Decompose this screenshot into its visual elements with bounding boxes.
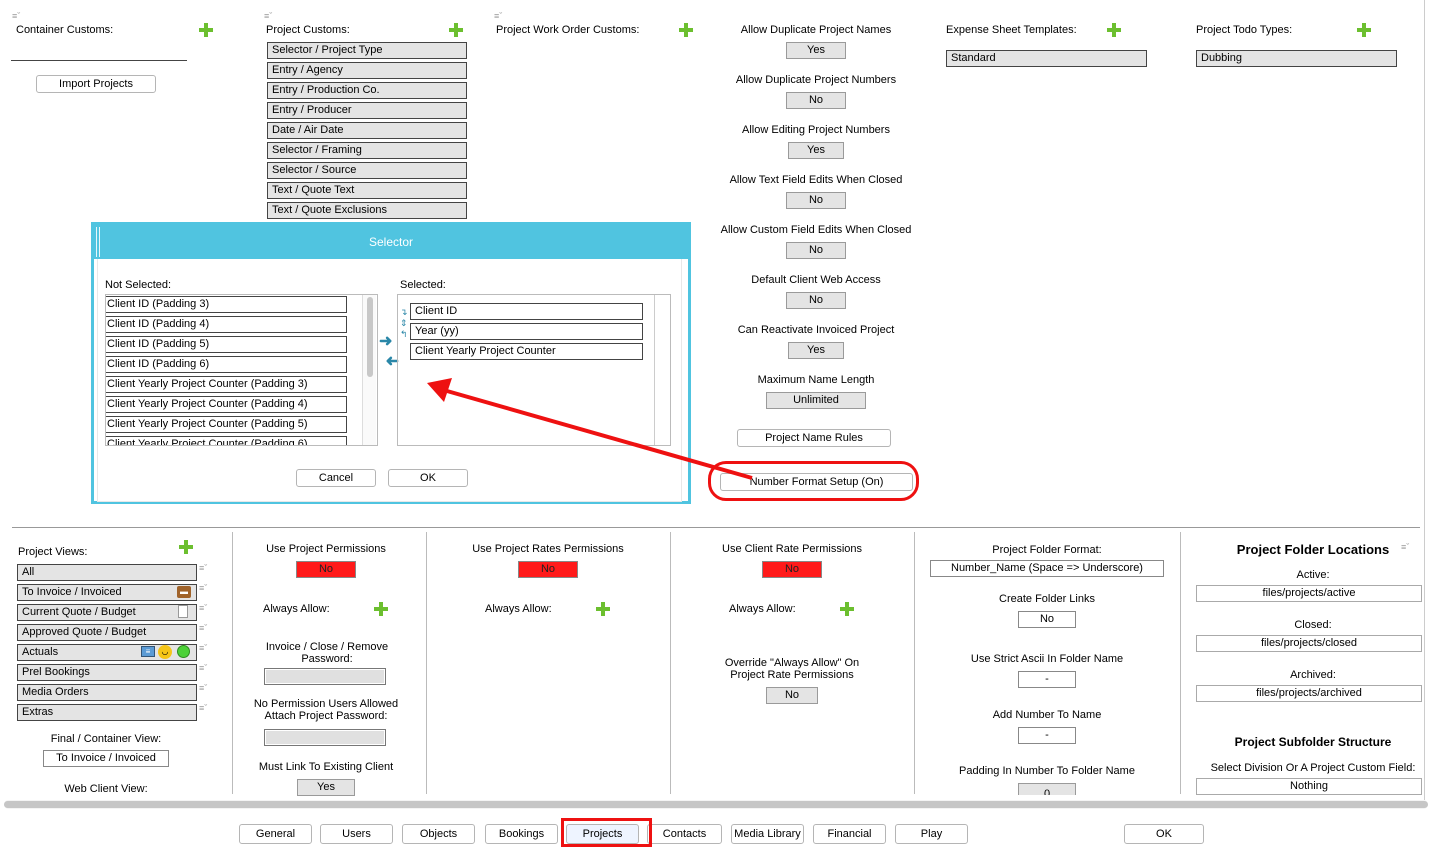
invoice-password-label: Invoice / Close / Remove Password: — [265, 641, 389, 665]
col-divider-4 — [914, 532, 915, 794]
ok-button[interactable]: OK — [1124, 824, 1204, 844]
subfolder-structure-title: Project Subfolder Structure — [1234, 735, 1392, 749]
view-menu-icon[interactable]: ≡ˇ — [199, 564, 211, 577]
use-client-rate-permissions-toggle[interactable]: No — [762, 561, 822, 578]
col-divider-5 — [1180, 532, 1181, 794]
override-always-allow-toggle[interactable]: No — [766, 687, 818, 704]
add-always-allow-1-icon[interactable] — [374, 602, 388, 616]
closed-label: Closed: — [1294, 619, 1332, 631]
always-allow-label-3: Always Allow: — [729, 603, 796, 615]
view-menu-icon[interactable]: ≡ˇ — [199, 664, 211, 677]
col-divider-3 — [670, 532, 671, 794]
project-view-item[interactable]: To Invoice / Invoiced — [17, 584, 197, 601]
project-view-item[interactable]: Prel Bookings — [17, 664, 197, 681]
archived-label: Archived: — [1290, 669, 1336, 681]
annotation-arrow — [427, 378, 753, 480]
use-rates-permissions-toggle[interactable]: No — [518, 561, 578, 578]
strict-ascii-field[interactable]: - — [1018, 671, 1076, 688]
tab-play[interactable]: Play — [895, 824, 968, 844]
smiley-icon: ◡ — [158, 645, 172, 659]
document-icon — [178, 605, 188, 618]
col-divider-1 — [232, 532, 233, 794]
tab-general[interactable]: General — [239, 824, 312, 844]
use-project-permissions-toggle[interactable]: No — [296, 561, 356, 578]
contact-card-icon: ≡ — [141, 646, 155, 657]
view-menu-icon[interactable]: ≡ˇ — [199, 644, 211, 657]
add-always-allow-3-icon[interactable] — [840, 602, 854, 616]
attach-password-field[interactable] — [264, 729, 386, 746]
view-menu-icon[interactable]: ≡ˇ — [199, 704, 211, 717]
tab-users[interactable]: Users — [320, 824, 393, 844]
project-view-item[interactable]: Approved Quote / Budget — [17, 624, 197, 641]
briefcase-icon: ▬ — [177, 586, 191, 598]
strict-ascii-label: Use Strict Ascii In Folder Name — [970, 653, 1124, 665]
horizontal-scroll-thumb[interactable] — [4, 801, 1428, 808]
folder-locations-menu-icon[interactable]: ≡ˇ — [1401, 543, 1415, 553]
web-client-view-label: Web Client View: — [64, 783, 148, 795]
add-project-view-icon[interactable] — [179, 540, 193, 554]
view-menu-icon[interactable]: ≡ˇ — [199, 584, 211, 597]
view-menu-icon[interactable]: ≡ˇ — [199, 624, 211, 637]
project-view-item[interactable]: Extras — [17, 704, 197, 721]
view-menu-icon[interactable]: ≡ˇ — [199, 684, 211, 697]
use-client-rate-permissions-label: Use Client Rate Permissions — [722, 543, 862, 555]
tab-bookings[interactable]: Bookings — [485, 824, 558, 844]
create-folder-links-label: Create Folder Links — [999, 593, 1095, 605]
create-folder-links-field[interactable]: No — [1018, 611, 1076, 628]
project-views-label: Project Views: — [18, 546, 88, 558]
folder-locations-title: Project Folder Locations — [1236, 542, 1390, 557]
project-view-item[interactable]: Current Quote / Budget — [17, 604, 197, 621]
project-view-item[interactable]: Media Orders — [17, 684, 197, 701]
padding-label: Padding In Number To Folder Name — [959, 765, 1135, 777]
project-view-item[interactable]: All — [17, 564, 197, 581]
invoice-password-field[interactable] — [264, 668, 386, 685]
final-view-field[interactable]: To Invoice / Invoiced — [43, 750, 169, 767]
use-rates-permissions-label: Use Project Rates Permissions — [472, 543, 624, 555]
folder-format-label: Project Folder Format: — [992, 544, 1102, 556]
padding-field[interactable]: 0 — [1018, 783, 1076, 795]
add-number-label: Add Number To Name — [992, 709, 1102, 721]
add-always-allow-2-icon[interactable] — [596, 602, 610, 616]
active-label: Active: — [1296, 569, 1330, 581]
always-allow-label-2: Always Allow: — [485, 603, 552, 615]
col-divider-2 — [426, 532, 427, 794]
active-path-field[interactable]: files/projects/active — [1196, 585, 1422, 602]
tab-objects[interactable]: Objects — [402, 824, 475, 844]
division-field[interactable]: Nothing — [1196, 778, 1422, 795]
must-link-client-label: Must Link To Existing Client — [258, 761, 394, 773]
active-tab-highlight — [561, 818, 652, 847]
final-view-label: Final / Container View: — [50, 733, 162, 745]
horizontal-scrollbar[interactable] — [4, 800, 1428, 809]
use-project-permissions-label: Use Project Permissions — [266, 543, 386, 555]
tab-financial[interactable]: Financial — [813, 824, 886, 844]
folder-format-field[interactable]: Number_Name (Space => Underscore) — [930, 560, 1164, 577]
view-menu-icon[interactable]: ≡ˇ — [199, 604, 211, 617]
override-always-allow-label: Override "Always Allow" On Project Rate … — [724, 657, 860, 681]
closed-path-field[interactable]: files/projects/closed — [1196, 635, 1422, 652]
tab-contacts[interactable]: Contacts — [647, 824, 722, 844]
tab-media-library[interactable]: Media Library — [731, 824, 804, 844]
archived-path-field[interactable]: files/projects/archived — [1196, 685, 1422, 702]
must-link-client-toggle[interactable]: Yes — [297, 779, 355, 796]
green-status-icon — [177, 645, 190, 658]
division-label: Select Division Or A Project Custom Fiel… — [1210, 762, 1416, 774]
attach-password-label: No Permission Users Allowed Attach Proje… — [253, 698, 399, 722]
add-number-field[interactable]: - — [1018, 727, 1076, 744]
always-allow-label-1: Always Allow: — [263, 603, 330, 615]
